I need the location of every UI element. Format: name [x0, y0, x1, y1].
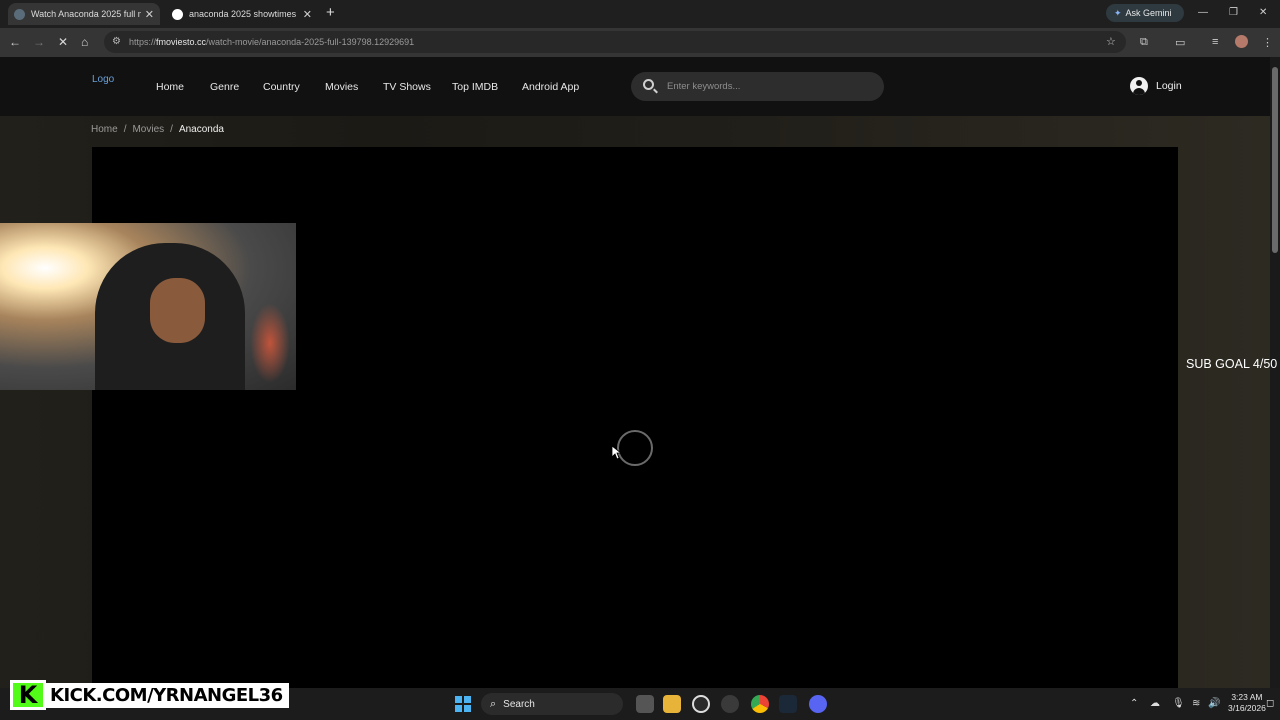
profile-avatar[interactable] — [1235, 35, 1248, 48]
tab-google-search[interactable]: anaconda 2025 showtimes - Go ✕ — [166, 3, 318, 25]
ask-gemini-button[interactable]: ✦ Ask Gemini — [1106, 4, 1184, 22]
windows-start-icon[interactable] — [455, 696, 471, 712]
clock-date: 3/16/2026 — [1228, 703, 1266, 713]
back-arrow-icon[interactable]: ← — [9, 35, 21, 49]
new-tab-button[interactable]: + — [326, 4, 335, 21]
login-label: Login — [1156, 80, 1182, 92]
extensions-icon[interactable]: ⧉ — [1140, 36, 1148, 49]
minimize-button[interactable]: — — [1198, 7, 1208, 18]
nav-tv-shows[interactable]: TV Shows — [383, 81, 431, 93]
site-info-icon[interactable]: ⚙ — [112, 36, 121, 47]
nav-top-imdb[interactable]: Top IMDB — [452, 81, 498, 93]
search-input[interactable] — [667, 78, 867, 94]
sub-goal-text: SUB GOAL 4/50 — [1186, 357, 1278, 371]
wifi-icon[interactable]: ≋ — [1192, 698, 1200, 709]
clock-time: 3:23 AM — [1231, 692, 1263, 702]
address-bar[interactable]: ⚙ https://fmoviesto.cc/watch-movie/anaco… — [104, 31, 1126, 53]
user-icon — [1130, 77, 1148, 95]
forward-arrow-icon[interactable]: → — [33, 35, 45, 49]
mouse-cursor-icon — [612, 446, 621, 460]
notifications-icon[interactable]: ◻ — [1266, 698, 1274, 709]
nav-home[interactable]: Home — [156, 81, 184, 93]
site-header: Logo Home Genre Country Movies TV Shows … — [0, 57, 1270, 116]
task-view-icon[interactable] — [636, 695, 654, 713]
app-icon[interactable] — [721, 695, 739, 713]
discord-icon[interactable] — [809, 695, 827, 713]
breadcrumb-separator: / — [123, 124, 127, 135]
onedrive-icon[interactable]: ☁ — [1150, 698, 1160, 709]
login-button[interactable]: Login — [1130, 77, 1182, 95]
breadcrumb-home[interactable]: Home — [91, 124, 118, 135]
google-favicon-icon — [172, 8, 183, 20]
home-icon[interactable]: ⌂ — [81, 35, 88, 49]
search-box — [631, 72, 884, 101]
breadcrumb: Home / Movies / Anaconda — [91, 124, 224, 135]
tray-chevron-icon[interactable]: ⌃ — [1130, 698, 1138, 709]
url-text: https://fmoviesto.cc/watch-movie/anacond… — [129, 37, 415, 47]
microphone-icon[interactable]: 🎙 — [1172, 698, 1185, 709]
chatgpt-icon[interactable] — [692, 695, 710, 713]
ask-gemini-label: Ask Gemini — [1125, 8, 1172, 18]
breadcrumb-movies[interactable]: Movies — [132, 124, 164, 135]
webcam-overlay — [0, 223, 296, 390]
gemini-sparkle-icon: ✦ — [1114, 7, 1122, 18]
cast-icon[interactable]: ▭ — [1175, 36, 1185, 49]
menu-kebab-icon[interactable]: ⋮ — [1262, 36, 1273, 49]
volume-icon[interactable]: 🔊 — [1208, 698, 1220, 709]
media-controls-icon[interactable]: ≡ — [1212, 36, 1218, 48]
search-icon: ⌕ — [490, 697, 497, 710]
chrome-icon[interactable] — [751, 695, 769, 713]
close-tab-icon[interactable]: ✕ — [145, 8, 154, 21]
restore-button[interactable]: ❐ — [1229, 7, 1238, 18]
nav-android-app[interactable]: Android App — [522, 81, 579, 93]
page-scrollbar[interactable] — [1270, 57, 1280, 688]
breadcrumb-current: Anaconda — [178, 124, 224, 135]
webcam-face — [150, 278, 205, 343]
scrollbar-thumb[interactable] — [1272, 67, 1278, 253]
nav-genre[interactable]: Genre — [210, 81, 239, 93]
tab-bar: Watch Anaconda 2025 full mov ✕ anaconda … — [0, 0, 1280, 28]
site-favicon-icon — [14, 8, 25, 20]
nav-movies[interactable]: Movies — [325, 81, 358, 93]
webcam-red-light — [250, 303, 290, 383]
stop-loading-icon[interactable]: ✕ — [58, 35, 68, 49]
taskbar-clock[interactable]: 3:23 AM 3/16/2026 — [1228, 692, 1266, 714]
kick-url-text: KICK.COM/YRNANGEL36 — [44, 682, 289, 708]
site-logo[interactable]: Logo — [92, 74, 114, 85]
breadcrumb-separator: / — [170, 124, 173, 135]
kick-banner: K KICK.COM/YRNANGEL36 — [10, 679, 289, 711]
taskbar-search[interactable]: ⌕ Search — [481, 693, 623, 715]
close-window-button[interactable]: ✕ — [1259, 7, 1267, 18]
search-icon[interactable] — [643, 79, 654, 90]
tab-title: Watch Anaconda 2025 full mov — [31, 9, 141, 19]
kick-logo: K — [10, 680, 46, 710]
close-tab-icon[interactable]: ✕ — [303, 8, 312, 21]
steam-icon[interactable] — [779, 695, 797, 713]
loading-spinner-icon — [617, 430, 653, 466]
file-explorer-icon[interactable] — [663, 695, 681, 713]
nav-country[interactable]: Country — [263, 81, 300, 93]
tab-watch-anaconda[interactable]: Watch Anaconda 2025 full mov ✕ — [8, 3, 160, 25]
tab-title: anaconda 2025 showtimes - Go — [189, 9, 299, 19]
bookmark-star-icon[interactable]: ☆ — [1106, 35, 1116, 48]
taskbar-search-label: Search — [503, 698, 535, 710]
browser-toolbar: ← → ✕ ⌂ ⚙ https://fmoviesto.cc/watch-mov… — [0, 28, 1280, 57]
